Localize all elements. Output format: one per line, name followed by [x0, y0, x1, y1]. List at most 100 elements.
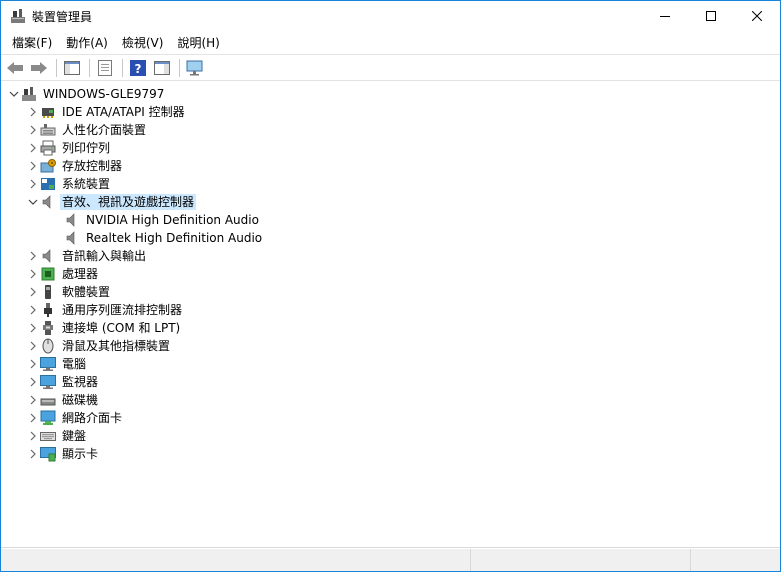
properties-button[interactable] — [94, 57, 116, 79]
window-title: 裝置管理員 — [32, 9, 93, 24]
toolbar-separator — [89, 58, 90, 77]
status-bar — [1, 549, 780, 571]
tree-device-label: Realtek High Definition Audio — [86, 231, 263, 245]
tree-category[interactable]: 電腦 — [1, 355, 780, 373]
tree-category-label: 存放控制器 — [62, 159, 123, 173]
printer-icon — [40, 140, 56, 156]
ide-controller-icon — [40, 104, 56, 120]
monitor-icon — [40, 374, 56, 390]
tree-category-label: 連接埠 (COM 和 LPT) — [62, 321, 181, 335]
tree-device[interactable]: NVIDIA High Definition Audio — [1, 211, 780, 229]
chevron-right-icon[interactable] — [26, 265, 40, 283]
back-button[interactable] — [4, 57, 26, 79]
tree-category[interactable]: 軟體裝置 — [1, 283, 780, 301]
chevron-down-icon[interactable] — [26, 193, 40, 211]
tree-category[interactable]: 連接埠 (COM 和 LPT) — [1, 319, 780, 337]
port-icon — [40, 320, 56, 336]
speaker-icon — [64, 230, 80, 246]
tree-category[interactable]: 人性化介面裝置 — [1, 121, 780, 139]
toolbar-separator — [122, 58, 123, 77]
device-manager-window: 裝置管理員 檔案(F) 動作(A) 檢視(V) 說明(H) ? WINDOWS-… — [0, 0, 781, 572]
speaker-icon — [40, 194, 56, 210]
processor-icon — [40, 266, 56, 282]
device-manager-icon — [10, 8, 26, 24]
help-icon: ? — [130, 59, 146, 76]
tree-category[interactable]: 滑鼠及其他指標裝置 — [1, 337, 780, 355]
minimize-button[interactable] — [642, 1, 688, 31]
tree-category-label: 列印佇列 — [62, 141, 111, 155]
tree-category-label: 鍵盤 — [62, 429, 87, 443]
network-adapter-icon — [40, 410, 56, 426]
forward-arrow-icon — [31, 61, 47, 74]
chevron-right-icon[interactable] — [26, 121, 40, 139]
properties-icon — [98, 59, 112, 76]
tree-category[interactable]: 處理器 — [1, 265, 780, 283]
maximize-button[interactable] — [688, 1, 734, 31]
tree-category[interactable]: 列印佇列 — [1, 139, 780, 157]
speaker-icon — [40, 248, 56, 264]
tree-category[interactable]: 監視器 — [1, 373, 780, 391]
tree-category[interactable]: IDE ATA/ATAPI 控制器 — [1, 103, 780, 121]
show-hide-action-pane-button[interactable] — [151, 57, 173, 79]
hid-icon — [40, 122, 56, 138]
menu-view[interactable]: 檢視(V) — [115, 32, 171, 53]
speaker-icon — [64, 212, 80, 228]
chevron-right-icon[interactable] — [26, 283, 40, 301]
tree-category-label: 處理器 — [62, 267, 99, 281]
tree-device[interactable]: Realtek High Definition Audio — [1, 229, 780, 247]
show-hide-console-tree-button[interactable] — [61, 57, 83, 79]
menu-action[interactable]: 動作(A) — [59, 32, 115, 53]
menu-help[interactable]: 說明(H) — [170, 32, 226, 53]
tree-category-label: 人性化介面裝置 — [62, 123, 147, 137]
forward-button[interactable] — [28, 57, 50, 79]
tree-category[interactable]: 音訊輸入與輸出 — [1, 247, 780, 265]
tree-category-label: 滑鼠及其他指標裝置 — [62, 339, 171, 353]
title-bar[interactable]: 裝置管理員 — [1, 1, 780, 31]
tree-category[interactable]: 存放控制器 — [1, 157, 780, 175]
tree-category[interactable]: 磁碟機 — [1, 391, 780, 409]
chevron-right-icon[interactable] — [26, 355, 40, 373]
chevron-right-icon[interactable] — [26, 247, 40, 265]
tree-category[interactable]: 通用序列匯流排控制器 — [1, 301, 780, 319]
help-button[interactable]: ? — [127, 57, 149, 79]
chevron-down-icon[interactable] — [7, 85, 21, 103]
back-arrow-icon — [7, 61, 23, 74]
tree-category-label: 通用序列匯流排控制器 — [62, 303, 183, 317]
chevron-right-icon[interactable] — [26, 445, 40, 463]
chevron-right-icon[interactable] — [26, 373, 40, 391]
scan-hardware-button[interactable] — [184, 57, 206, 79]
tree-category[interactable]: 音效、視訊及遊戲控制器 — [1, 193, 780, 211]
software-device-icon — [40, 284, 56, 300]
chevron-right-icon[interactable] — [26, 409, 40, 427]
chevron-right-icon[interactable] — [26, 427, 40, 445]
chevron-right-icon[interactable] — [26, 157, 40, 175]
menu-bar: 檔案(F) 動作(A) 檢視(V) 說明(H) — [1, 31, 780, 53]
tree-root[interactable]: WINDOWS-GLE9797 — [1, 85, 780, 103]
usb-icon — [40, 302, 56, 318]
status-pane-main — [1, 549, 471, 571]
chevron-right-icon[interactable] — [26, 175, 40, 193]
tree-category-label: 監視器 — [62, 375, 99, 389]
tree-device-label: NVIDIA High Definition Audio — [86, 213, 259, 227]
chevron-right-icon[interactable] — [26, 301, 40, 319]
tree-category[interactable]: 顯示卡 — [1, 445, 780, 463]
tree-category[interactable]: 鍵盤 — [1, 427, 780, 445]
toolbar: ? — [1, 54, 780, 81]
chevron-right-icon[interactable] — [26, 337, 40, 355]
device-tree[interactable]: WINDOWS-GLE9797 IDE ATA/ATAPI 控制器 人性化介面裝置… — [1, 82, 780, 548]
status-pane-tertiary — [691, 549, 780, 571]
close-button[interactable] — [734, 1, 780, 31]
chevron-right-icon[interactable] — [26, 391, 40, 409]
chevron-right-icon[interactable] — [26, 319, 40, 337]
chevron-right-icon[interactable] — [26, 103, 40, 121]
tree-category-label: 磁碟機 — [62, 393, 99, 407]
tree-category[interactable]: 網路介面卡 — [1, 409, 780, 427]
tree-category-label: 軟體裝置 — [62, 285, 111, 299]
menu-file[interactable]: 檔案(F) — [5, 32, 59, 53]
system-device-icon — [40, 176, 56, 192]
chevron-right-icon[interactable] — [26, 139, 40, 157]
tree-category-label: 電腦 — [62, 357, 87, 371]
tree-category-label: IDE ATA/ATAPI 控制器 — [62, 105, 185, 119]
tree-category[interactable]: 系統裝置 — [1, 175, 780, 193]
tree-category-label: 系統裝置 — [62, 177, 111, 191]
